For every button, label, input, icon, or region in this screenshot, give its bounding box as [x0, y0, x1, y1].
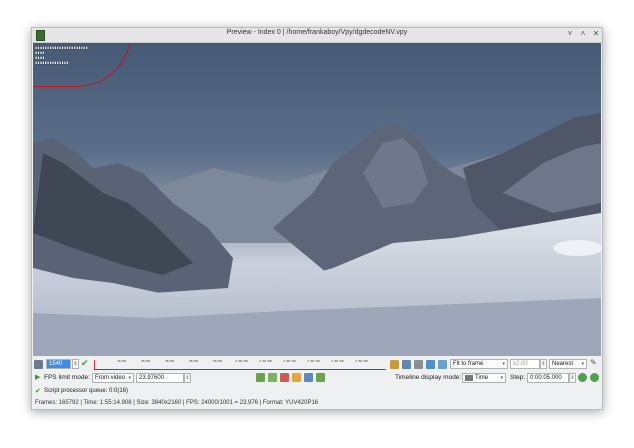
timeline-tick-label: 1:10:00 [259, 359, 272, 363]
preview-window: Preview - Index 0 | /home/frankaboy/Vpy/… [31, 27, 603, 410]
chevron-down-icon: ▾ [500, 375, 503, 381]
folder-icon[interactable] [292, 373, 301, 382]
queue-check-icon: ✔ [35, 388, 41, 395]
timeline-cursor[interactable] [94, 360, 95, 369]
chevron-down-icon: ▾ [502, 361, 505, 367]
step-back-icon[interactable] [578, 373, 587, 382]
play-forward-icon[interactable] [256, 373, 265, 382]
zoom-mode-select[interactable]: Fit to frame ▾ [450, 359, 508, 369]
timeline-tick-label: 40:00 [189, 359, 199, 363]
maximize-button[interactable]: ˄ [578, 29, 588, 38]
copy-frame-icon[interactable] [402, 360, 411, 369]
crop-icon[interactable] [426, 360, 435, 369]
pencil-icon[interactable]: ✎ [590, 358, 597, 367]
play-icon[interactable]: ▶ [35, 373, 40, 381]
timeline-display-select[interactable]: Time ▾ [462, 373, 506, 383]
step-icon[interactable] [316, 373, 325, 382]
video-preview[interactable]: ▮▮▮▮▮▮▮▮▮▮▮▮▮▮▮▮▮▮▮▮▮▮ ▮▮▮▮ ▮▮▮▮ ▮▮▮▮▮▮▮… [33, 43, 601, 356]
timeline-tick-label: 1:40:00 [331, 359, 344, 363]
mountain-scene-image [33, 113, 601, 356]
zoom-ratio-input[interactable]: x2.00 [510, 359, 540, 369]
chevron-down-icon: ▾ [128, 375, 131, 381]
step-label: Step: [510, 374, 526, 381]
timeline-tick-label: 10:00 [117, 359, 127, 363]
scale-mode-select[interactable]: Nearest ▾ [549, 359, 587, 369]
save-snapshot-icon[interactable] [390, 360, 399, 369]
bookmark-icon[interactable] [280, 373, 289, 382]
fps-value-input[interactable]: 23.97600 [136, 373, 184, 383]
close-button[interactable]: ✕ [591, 29, 601, 38]
info-overlay: ▮▮▮▮▮▮▮▮▮▮▮▮▮▮▮▮▮▮▮▮▮▮ ▮▮▮▮ ▮▮▮▮ ▮▮▮▮▮▮▮… [35, 45, 88, 65]
window-title: Preview - Index 0 | /home/frankaboy/Vpy/… [226, 29, 408, 36]
timeline-display-label: Timeline display mode: [395, 374, 462, 381]
timeline-tick-label: 50:00 [213, 359, 223, 363]
fps-limit-label: FPS limit mode: [44, 374, 90, 381]
step-spinner[interactable]: ⇕ [569, 373, 576, 383]
frame-number-input[interactable]: 1540 [46, 359, 71, 369]
timeline-tick-label: 20:00 [141, 359, 151, 363]
zoom-ratio-spinner[interactable]: ⇕ [540, 359, 547, 369]
queue-status: Script processor queue: 0:0(16) [44, 388, 129, 394]
chevron-down-icon: ▾ [581, 361, 584, 367]
scale-mode-value: Nearest [552, 361, 574, 367]
timeline-tick-label: 1:30:00 [307, 359, 320, 363]
overlay-line: ▮▮▮▮▮▮▮▮▮▮▮▮▮▮ [35, 60, 69, 65]
zoom-mode-value: Fit to frame [453, 361, 484, 367]
timeline-display-value: Time [475, 375, 489, 381]
time-icon [465, 375, 473, 381]
timeline-slider[interactable]: 10:00 20:00 30:00 40:00 50:00 1:00:00 1:… [94, 359, 386, 370]
jump-icon[interactable] [268, 373, 277, 382]
step-forward-icon[interactable] [590, 373, 599, 382]
step-input[interactable]: 0:00:05.000 [527, 373, 569, 383]
fps-limit-value: From video [95, 375, 126, 381]
fps-spinner[interactable]: ⇕ [184, 373, 191, 383]
fps-limit-select[interactable]: From video ▾ [92, 373, 134, 383]
minimize-button[interactable]: ˅ [565, 29, 575, 38]
status-bar: Frames: 165792 | Time: 1:55:14.908 | Siz… [35, 400, 319, 406]
checkmark-icon[interactable]: ✔ [81, 358, 89, 369]
timeline-tick-label: 1:50:00 [355, 359, 368, 363]
export-icon[interactable] [304, 373, 313, 382]
timeline-tick-label: 1:20:00 [283, 359, 296, 363]
frame-spinner[interactable]: ⇕ [72, 359, 79, 369]
timeline-tick-label: 1:00:00 [235, 359, 248, 363]
zoom-icon[interactable] [438, 360, 447, 369]
settings-icon[interactable] [414, 360, 423, 369]
frame-icon [34, 360, 43, 369]
timeline-tick-label: 30:00 [165, 359, 175, 363]
title-bar[interactable]: Preview - Index 0 | /home/frankaboy/Vpy/… [32, 28, 602, 43]
